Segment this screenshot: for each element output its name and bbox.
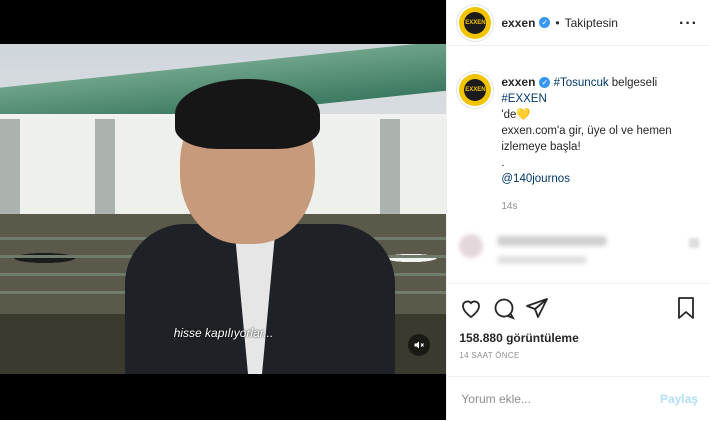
action-icons [459,296,698,322]
hashtag-link-exxen[interactable]: #EXXEN [501,93,546,105]
heart-icon[interactable] [459,296,483,320]
mute-button[interactable] [408,334,430,356]
verified-badge-icon: ✓ [539,17,551,28]
caption: EXXEN exxen ✓ #Tosuncuk belgeseli #EXXEN … [459,74,700,187]
separator-dot: • [555,15,560,30]
caption-line2: exxen.com'a gir, üye ol ve hemen izlemey… [501,125,672,153]
blurred-comment-text [497,236,608,246]
username-link[interactable]: exxen [501,16,535,30]
avatar[interactable]: EXXEN [459,6,492,39]
post-header: EXXEN exxen ✓ • Takiptesin ··· [447,0,710,46]
speaker-muted-icon [414,341,424,349]
video-player[interactable]: hisse kapılıyorlar... [0,44,447,374]
blurred-avatar [459,234,484,258]
video-subtitle: hisse kapılıyorlar... [173,326,274,340]
comment-input[interactable] [459,391,660,407]
view-count[interactable]: 158.880 görüntüleme [459,331,578,345]
caption-avatar-logo: EXXEN [464,79,487,101]
hashtag-link-tosuncuk[interactable]: #Tosuncuk [554,77,609,89]
bookmark-icon[interactable] [674,296,698,320]
caption-text-part2: 'de💛 [501,109,531,121]
blurred-comment [459,230,700,270]
person-hair [175,79,320,149]
post-media: hisse kapılıyorlar... [0,0,447,420]
caption-dot: . [501,157,505,169]
post-actions: 158.880 görüntüleme 14 SAAT ÖNCE [447,283,710,372]
post-comment-button[interactable]: Paylaş [660,392,698,406]
mention-link[interactable]: @140journos [501,173,570,185]
caption-text-part1: belgeseli [608,77,658,89]
comments-section: EXXEN exxen ✓ #Tosuncuk belgeseli #EXXEN … [459,74,700,212]
comment-form: Paylaş [447,376,710,421]
more-icon[interactable]: ··· [679,15,698,33]
comment-icon[interactable] [492,296,516,320]
caption-avatar[interactable]: EXXEN [459,74,492,106]
blurred-comment-meta [497,256,588,264]
avatar-logo: EXXEN [464,11,487,34]
caption-username-link[interactable]: exxen [501,75,535,89]
share-icon[interactable] [525,296,549,320]
post-timestamp[interactable]: 14 SAAT ÖNCE [459,351,519,360]
blurred-like-icon [689,238,700,248]
follow-status-button[interactable]: Takiptesin [565,16,618,30]
caption-verified-badge-icon: ✓ [539,77,551,89]
instagram-post: hisse kapılıyorlar... EXXEN exxen ✓ • Ta… [0,0,710,420]
caption-text: exxen ✓ #Tosuncuk belgeseli #EXXEN 'de💛 e… [501,74,700,187]
caption-time: 14s [501,201,518,212]
post-sidebar: EXXEN exxen ✓ • Takiptesin ··· EXXEN exx… [446,0,710,420]
